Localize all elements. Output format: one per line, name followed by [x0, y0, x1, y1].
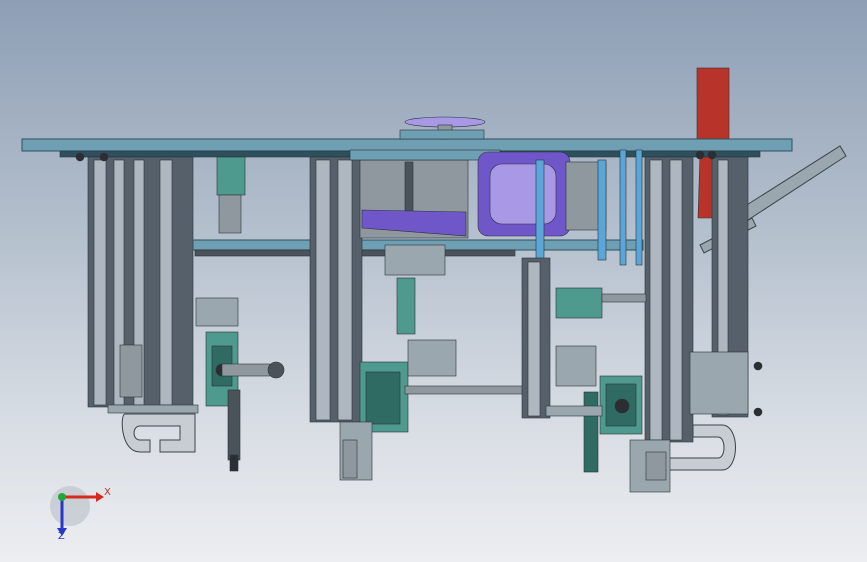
right-horizontal-rod — [601, 293, 647, 303]
center-upper-bracket — [384, 244, 446, 276]
left-upper-clip — [216, 156, 246, 196]
left-bracket-upper — [195, 297, 239, 327]
left-column-rail-4 — [159, 159, 173, 406]
top-bolt — [75, 152, 85, 162]
top-mounting-plate — [21, 138, 793, 152]
long-horizontal-shaft — [404, 385, 526, 395]
left-vertical-rod — [227, 389, 241, 461]
center-column-rail-2 — [337, 159, 353, 421]
top-bolt — [99, 152, 109, 162]
top-bolt — [707, 150, 717, 160]
left-base-plate — [107, 404, 199, 414]
right-vertical-cylinder — [583, 391, 599, 473]
center-valve-face — [365, 371, 401, 425]
right-bottom-plate — [545, 405, 603, 417]
left-hook-bracket — [121, 413, 196, 453]
mid-right-rail — [527, 261, 541, 417]
left-piston-rod — [221, 363, 271, 377]
purple-housing-window — [489, 163, 557, 225]
blue-rod-far — [619, 149, 627, 266]
triad-shadow — [50, 486, 90, 526]
coordinate-triad — [50, 486, 104, 536]
center-foot-pad — [342, 439, 358, 479]
side-bolt — [753, 407, 763, 417]
left-slide-block — [119, 344, 143, 398]
center-drum-slot — [404, 161, 414, 213]
left-piston-cap — [267, 361, 285, 379]
triad-y-origin — [58, 493, 66, 501]
right-foot-pad — [645, 451, 667, 481]
top-center-pad — [399, 129, 485, 140]
center-side-box — [407, 339, 457, 377]
triad-z-label: Z — [58, 531, 65, 542]
right-valve-port — [614, 398, 630, 414]
right-column-rail-1 — [649, 159, 663, 441]
blue-rod-left — [535, 159, 545, 261]
triad-x-arrow — [96, 492, 104, 502]
red-upright-plate — [696, 67, 730, 141]
right-column-rail-2 — [669, 159, 683, 441]
center-column-rail-1 — [315, 159, 331, 421]
top-bolt — [695, 150, 705, 160]
left-column-front — [93, 159, 107, 406]
blue-rod-right — [597, 159, 607, 261]
cad-viewport[interactable]: X Z — [0, 0, 867, 562]
assembly-model[interactable] — [0, 0, 867, 562]
right-side-frame — [689, 351, 749, 415]
side-bolt — [753, 361, 763, 371]
right-mid-block — [555, 345, 597, 387]
right-upper-gripper — [555, 287, 603, 319]
left-nozzle — [229, 454, 239, 472]
blue-rod-far-2 — [635, 149, 643, 266]
left-upper-jaw — [218, 194, 242, 234]
triad-x-label: X — [104, 487, 111, 498]
center-cylinder — [396, 277, 416, 335]
center-drum-cap — [349, 149, 501, 161]
